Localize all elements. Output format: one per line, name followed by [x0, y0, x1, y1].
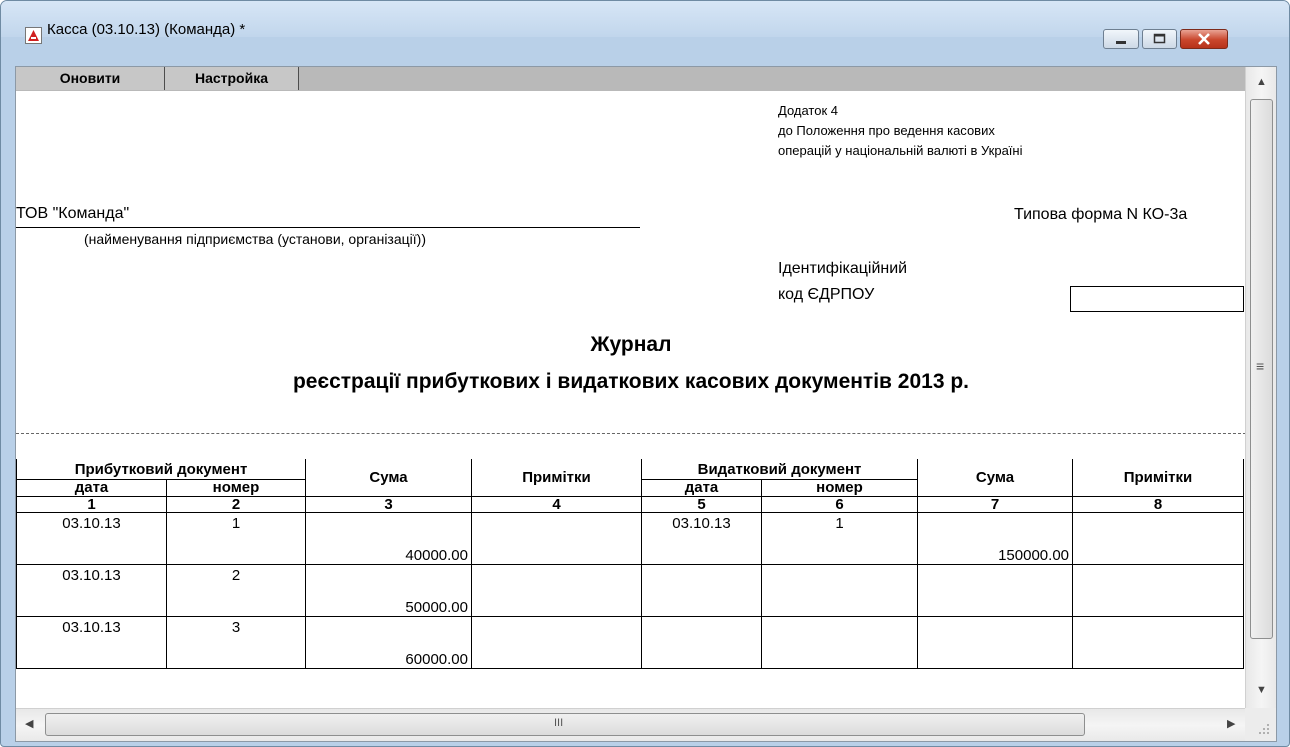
expense-number-cell: [761, 616, 918, 669]
income-notes-cell: [471, 564, 642, 617]
income-notes-cell: [471, 512, 642, 565]
income-sum-cell: 60000.00: [305, 616, 472, 669]
income-sum-cell: 40000.00: [305, 512, 472, 565]
organization-underline: [16, 227, 640, 228]
income-number-cell: 1: [166, 512, 306, 565]
table-row: 03.10.13 2 50000.00: [16, 564, 1244, 617]
journal-table: Прибутковий документ Сума Примітки Видат…: [16, 459, 1244, 669]
expense-date-cell: [641, 564, 762, 617]
table-row: 03.10.13 1 40000.00 03.10.13 1 150000.00: [16, 512, 1244, 565]
form-type-label: Типова форма N КО-3а: [1014, 206, 1188, 223]
page-separator: [16, 433, 1246, 434]
column-number: 4: [471, 496, 642, 513]
column-number: 6: [761, 496, 918, 513]
close-button[interactable]: [1180, 29, 1228, 49]
income-number-cell: 2: [166, 564, 306, 617]
income-number-header: номер: [166, 479, 306, 497]
expense-sum-cell: [917, 564, 1073, 617]
resize-grip[interactable]: [1245, 708, 1276, 741]
expense-number-cell: 1: [761, 512, 918, 565]
column-number: 2: [166, 496, 306, 513]
income-date-cell: 03.10.13: [16, 564, 167, 617]
expense-date-header: дата: [641, 479, 762, 497]
horizontal-scrollbar[interactable]: ◀ III ▶: [16, 708, 1245, 741]
expense-sum-cell: 150000.00: [917, 512, 1073, 565]
appendix-line-2: до Положення про ведення касових: [778, 123, 995, 138]
journal-subtitle: реєстрації прибуткових і видаткових касо…: [292, 370, 970, 393]
income-date-cell: 03.10.13: [16, 616, 167, 669]
income-number-cell: 3: [166, 616, 306, 669]
table-row: 03.10.13 3 60000.00: [16, 616, 1244, 669]
app-icon: [25, 27, 42, 44]
report-view: Оновити Настройка Додаток 4 до Положення…: [15, 66, 1277, 742]
title-bar[interactable]: Касса (03.10.13) (Команда) *: [1, 1, 1289, 49]
income-date-cell: 03.10.13: [16, 512, 167, 565]
expense-sum-cell: [917, 616, 1073, 669]
id-label-line-2: код ЄДРПОУ: [778, 286, 875, 303]
grip-icon: ≡: [1256, 358, 1265, 374]
expense-notes-cell: [1072, 512, 1244, 565]
income-notes-header: Примітки: [471, 459, 642, 497]
toolbar: Оновити Настройка: [16, 67, 1245, 92]
column-number: 8: [1072, 496, 1244, 513]
expense-number-cell: [761, 564, 918, 617]
vertical-scrollbar[interactable]: ▲ ≡ ▼: [1245, 67, 1276, 708]
organization-caption: (найменування підприємства (установи, ор…: [84, 231, 426, 247]
resize-grip-icon: [1259, 724, 1269, 734]
column-number: 1: [16, 496, 167, 513]
expense-sum-header: Сума: [917, 459, 1073, 497]
maximize-button[interactable]: [1142, 29, 1177, 49]
scroll-down-icon[interactable]: ▼: [1256, 685, 1267, 696]
expense-number-header: номер: [761, 479, 918, 497]
expense-date-cell: [641, 616, 762, 669]
appendix-line-1: Додаток 4: [778, 103, 838, 118]
window-title: Касса (03.10.13) (Команда) *: [47, 21, 246, 38]
edrpou-code-box: [1070, 286, 1244, 312]
app-window: Касса (03.10.13) (Команда) * Оновити Нас…: [0, 0, 1290, 747]
expense-notes-cell: [1072, 616, 1244, 669]
journal-title: Журнал: [590, 333, 672, 356]
expense-notes-header: Примітки: [1072, 459, 1244, 497]
expense-document-header: Видатковий документ: [641, 459, 918, 480]
income-sum-header: Сума: [305, 459, 472, 497]
column-number: 5: [641, 496, 762, 513]
expense-date-cell: 03.10.13: [641, 512, 762, 565]
organization-name: ТОВ "Команда": [16, 205, 130, 222]
appendix-line-3: операцій у національній валюті в Україні: [778, 143, 1023, 158]
scroll-left-icon[interactable]: ◀: [25, 719, 33, 730]
table-header-row: Прибутковий документ Сума Примітки Видат…: [16, 459, 1244, 497]
id-label-line-1: Ідентифікаційний: [778, 260, 908, 277]
column-number: 3: [305, 496, 472, 513]
horizontal-scroll-thumb[interactable]: III: [45, 713, 1085, 736]
vertical-scroll-thumb[interactable]: ≡: [1250, 99, 1273, 639]
column-number-row: 1 2 3 4 5 6 7 8: [16, 496, 1244, 513]
scroll-right-icon[interactable]: ▶: [1227, 719, 1235, 730]
grip-icon: III: [554, 717, 564, 729]
scroll-up-icon[interactable]: ▲: [1256, 77, 1267, 88]
income-date-header: дата: [16, 479, 167, 497]
column-number: 7: [917, 496, 1073, 513]
settings-button[interactable]: Настройка: [165, 67, 299, 90]
close-icon: [1198, 33, 1210, 45]
income-document-header: Прибутковий документ: [16, 459, 306, 480]
maximize-icon: [1153, 33, 1166, 44]
refresh-button[interactable]: Оновити: [16, 67, 165, 90]
income-sum-cell: 50000.00: [305, 564, 472, 617]
income-notes-cell: [471, 616, 642, 669]
minimize-button[interactable]: [1103, 29, 1139, 49]
minimize-icon: [1116, 41, 1126, 44]
expense-notes-cell: [1072, 564, 1244, 617]
